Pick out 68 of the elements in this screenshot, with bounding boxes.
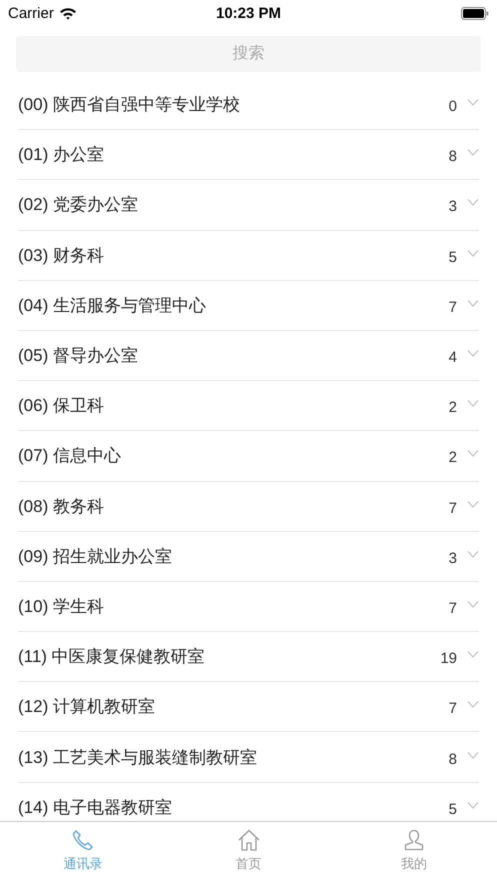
member-count: 19 bbox=[440, 650, 457, 668]
battery-icon bbox=[461, 6, 489, 20]
chevron-icon bbox=[467, 199, 479, 206]
group-row[interactable]: (00) 陕西省自强中等专业学校 0 bbox=[18, 80, 479, 130]
member-count: 5 bbox=[448, 800, 457, 818]
carrier-label: Carrier bbox=[8, 4, 54, 22]
member-count: 0 bbox=[448, 98, 457, 116]
member-count: 2 bbox=[448, 399, 457, 416]
group-row[interactable]: (13) 工艺美术与服装缝制教研室 8 bbox=[18, 732, 479, 783]
chevron-icon bbox=[467, 149, 479, 156]
chevron-icon bbox=[467, 802, 479, 809]
member-count: 3 bbox=[448, 198, 457, 216]
group-label: (06) 保卫科 bbox=[18, 395, 105, 418]
group-label: (08) 教务科 bbox=[18, 496, 105, 518]
group-row[interactable]: (09) 招生就业办公室 3 bbox=[18, 532, 479, 582]
search-field[interactable]: 搜索 bbox=[16, 36, 481, 72]
person-icon bbox=[403, 829, 426, 851]
member-count: 4 bbox=[448, 349, 457, 366]
member-count: 7 bbox=[448, 298, 457, 316]
chevron-icon bbox=[467, 701, 479, 708]
group-row[interactable]: (02) 党委办公室 3 bbox=[18, 180, 479, 231]
group-label: (11) 中医康复保健教研室 bbox=[18, 646, 206, 668]
group-row[interactable]: (12) 计算机教研室 7 bbox=[18, 682, 479, 732]
chevron-icon bbox=[467, 99, 479, 106]
group-label: (12) 计算机教研室 bbox=[18, 696, 156, 718]
member-count: 5 bbox=[448, 248, 457, 266]
group-label: (05) 督导办公室 bbox=[18, 345, 139, 368]
member-count: 7 bbox=[448, 500, 457, 517]
group-label: (04) 生活服务与管理中心 bbox=[18, 294, 207, 317]
chevron-icon bbox=[467, 400, 479, 408]
group-label: (09) 招生就业办公室 bbox=[18, 546, 173, 568]
home-icon bbox=[238, 829, 260, 851]
group-label: (01) 办公室 bbox=[18, 144, 105, 166]
group-label: (13) 工艺美术与服装缝制教研室 bbox=[18, 746, 258, 769]
group-row[interactable]: (01) 办公室 8 bbox=[18, 130, 479, 180]
member-count: 7 bbox=[448, 700, 457, 718]
chevron-icon bbox=[467, 250, 479, 257]
group-label: (10) 学生科 bbox=[18, 596, 105, 618]
chevron-icon bbox=[467, 651, 479, 658]
group-row[interactable]: (03) 财务科 5 bbox=[18, 230, 479, 281]
group-row[interactable]: (07) 信息中心 2 bbox=[18, 431, 479, 482]
chevron-icon bbox=[467, 450, 479, 458]
group-row[interactable]: (04) 生活服务与管理中心 7 bbox=[18, 280, 479, 331]
chevron-icon bbox=[467, 600, 479, 608]
wifi-icon bbox=[58, 6, 77, 20]
phone-icon bbox=[72, 829, 94, 851]
member-count: 8 bbox=[448, 750, 457, 768]
group-row[interactable]: (05) 督导办公室 4 bbox=[18, 330, 479, 382]
chevron-icon bbox=[467, 500, 479, 508]
group-label: (02) 党委办公室 bbox=[18, 194, 139, 216]
group-label: (14) 电子电器教研室 bbox=[18, 796, 173, 819]
group-row[interactable]: (06) 保卫科 2 bbox=[18, 381, 479, 432]
group-row[interactable]: (11) 中医康复保健教研室 19 bbox=[18, 632, 479, 682]
group-row[interactable]: (14) 电子电器教研室 5 bbox=[18, 782, 479, 821]
status-time: 10:23 PM bbox=[216, 4, 282, 22]
member-count: 2 bbox=[448, 449, 457, 466]
member-count: 8 bbox=[448, 148, 457, 166]
member-count: 3 bbox=[448, 550, 457, 567]
chevron-icon bbox=[467, 300, 479, 307]
group-row[interactable]: (08) 教务科 7 bbox=[18, 482, 479, 532]
chevron-icon bbox=[467, 550, 479, 558]
group-label: (00) 陕西省自强中等专业学校 bbox=[18, 94, 241, 116]
group-label: (03) 财务科 bbox=[18, 244, 105, 267]
chevron-icon bbox=[467, 752, 479, 759]
chevron-icon bbox=[467, 350, 479, 358]
group-label: (07) 信息中心 bbox=[18, 445, 122, 468]
member-count: 7 bbox=[448, 600, 457, 617]
group-row[interactable]: (10) 学生科 7 bbox=[18, 582, 479, 632]
